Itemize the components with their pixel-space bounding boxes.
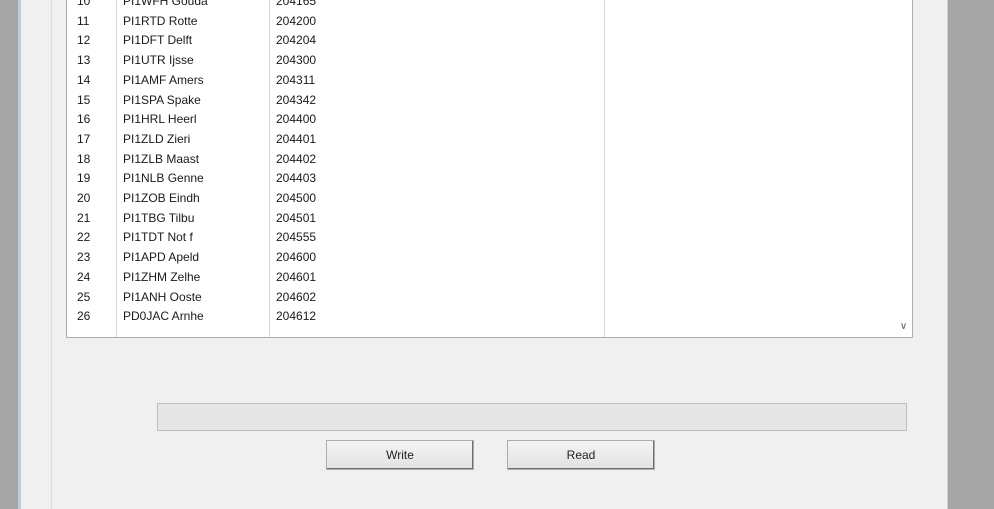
cell-idx: 10	[77, 0, 91, 8]
cell-name: PD0JAC Arnhe	[123, 309, 204, 324]
cell-code: 204555	[276, 230, 317, 245]
cell-code: 204342	[276, 92, 317, 107]
cell-idx: 22	[77, 230, 91, 245]
cell-name: PI1ZHM Zelhe	[123, 269, 201, 284]
cell-code: 204204	[276, 33, 317, 48]
cell-name: PI1ZLB Maast	[123, 151, 200, 166]
list-row[interactable]: 18 PI1ZLB Maast 204402	[67, 150, 895, 170]
write-button[interactable]: Write	[326, 440, 474, 470]
cell-idx: 14	[77, 72, 91, 87]
cell-code: 204402	[276, 151, 317, 166]
list-row[interactable]: 21 PI1TBG Tilbu 204501	[67, 209, 895, 229]
cell-name: PI1ZLD Zieri	[123, 131, 191, 146]
cell-code: 204300	[276, 53, 317, 68]
cell-code: 204403	[276, 171, 317, 186]
cell-idx: 19	[77, 171, 91, 186]
channel-list[interactable]: 10 PI1WFH Gouda 204165 11 PI1RTD Rotte 204200…	[66, 0, 913, 338]
cell-name: PI1HRL Heerl	[123, 112, 197, 127]
cell-idx: 23	[77, 250, 91, 265]
cell-code: 204602	[276, 289, 317, 304]
cell-name: PI1ANH Ooste	[123, 289, 202, 304]
cell-idx: 15	[77, 92, 91, 107]
cell-idx: 16	[77, 112, 91, 127]
cell-idx: 20	[77, 191, 91, 205]
cell-name: PI1NLB Genne	[123, 171, 204, 186]
cell-name: PI1DFT Delft	[123, 33, 193, 48]
vertical-scrollbar[interactable]: ∨	[895, 0, 912, 337]
list-row[interactable]: 17 PI1ZLD Zieri 204401	[67, 130, 895, 150]
cell-idx: 25	[77, 289, 91, 304]
cell-idx: 18	[77, 151, 91, 166]
list-row[interactable]: 25 PI1ANH Ooste 204602	[67, 288, 895, 308]
cell-name: PI1TDT Not f	[123, 230, 193, 245]
cell-idx: 24	[77, 269, 91, 284]
list-row[interactable]: 14 PI1AMF Amers 204311	[67, 71, 895, 91]
dialog-window: 10 PI1WFH Gouda 204165 11 PI1RTD Rotte 204200…	[21, 0, 948, 509]
cell-name: PI1AMF Amers	[123, 72, 204, 87]
cell-code: 204612	[276, 309, 317, 324]
cell-name: PI1TBG Tilbu	[123, 210, 195, 225]
cell-name: PI1APD Apeld	[123, 250, 200, 265]
cell-name: PI1RTD Rotte	[123, 13, 198, 28]
cell-code: 204401	[276, 131, 317, 146]
cell-name: PI1SPA Spake	[123, 92, 201, 107]
list-row[interactable]: 23 PI1APD Apeld 204600	[67, 248, 895, 268]
list-row[interactable]: 15 PI1SPA Spake 204342	[67, 91, 895, 111]
window-inner-border	[51, 0, 52, 509]
list-row[interactable]: 22 PI1TDT Not f 204555	[67, 228, 895, 248]
list-row[interactable]: 24 PI1ZHM Zelhe 204601	[67, 268, 895, 288]
cell-code: 204165	[276, 0, 317, 8]
desktop-background-left	[0, 0, 10, 509]
list-row[interactable]: 20 PI1ZOB Eindh 204500	[67, 189, 895, 209]
cell-name: PI1UTR Ijsse	[123, 53, 194, 68]
cell-code: 204500	[276, 191, 317, 205]
cell-idx: 21	[77, 210, 91, 225]
cell-code: 204200	[276, 13, 317, 28]
list-row[interactable]: 12 PI1DFT Delft 204204	[67, 31, 895, 51]
cell-idx: 12	[77, 33, 91, 48]
cell-name: PI1ZOB Eindh	[123, 191, 200, 205]
cell-idx: 26	[77, 309, 91, 324]
cell-code: 204501	[276, 210, 317, 225]
cell-code: 204311	[276, 72, 316, 87]
cell-code: 204400	[276, 112, 317, 127]
cell-idx: 13	[77, 53, 91, 68]
channel-list-body: 10 PI1WFH Gouda 204165 11 PI1RTD Rotte 204200…	[67, 0, 895, 337]
list-row[interactable]: 13 PI1UTR Ijsse 204300	[67, 51, 895, 71]
list-row[interactable]: 11 PI1RTD Rotte 204200	[67, 12, 895, 32]
cell-code: 204601	[276, 269, 317, 284]
cell-code: 204600	[276, 250, 317, 265]
list-row[interactable]: 26 PD0JAC Arnhe 204612	[67, 307, 895, 327]
chevron-down-icon[interactable]: ∨	[895, 318, 912, 335]
list-row[interactable]: 16 PI1HRL Heerl 204400	[67, 110, 895, 130]
read-button[interactable]: Read	[507, 440, 655, 470]
cell-idx: 17	[77, 131, 91, 146]
cell-name: PI1WFH Gouda	[123, 0, 208, 8]
desktop-background-right	[948, 0, 994, 509]
list-row[interactable]: 19 PI1NLB Genne 204403	[67, 169, 895, 189]
progress-bar	[157, 403, 907, 431]
list-row[interactable]: 10 PI1WFH Gouda 204165	[67, 0, 895, 12]
cell-idx: 11	[77, 13, 90, 28]
